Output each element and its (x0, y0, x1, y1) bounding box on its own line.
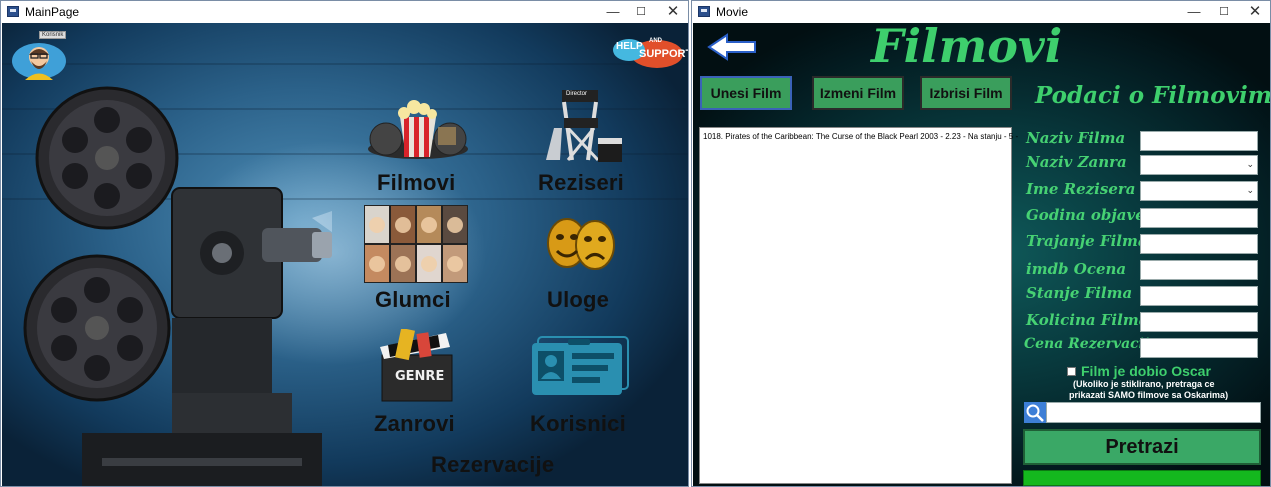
ime-rezisera-label: Ime Rezisera (1026, 180, 1136, 198)
oscar-checkbox[interactable] (1067, 367, 1076, 376)
main-page-content: Korisnik HELP AND SUPPORT Filmovi Direct… (2, 23, 688, 486)
glumci-menu-item[interactable]: Glumci (375, 287, 451, 313)
kolicina-filma-label: Kolicina Filma (1026, 311, 1149, 329)
uloge-icon[interactable] (545, 217, 617, 273)
help-and-support-icon[interactable]: HELP AND SUPPORT (611, 37, 688, 69)
movie-window-titlebar[interactable]: Movie — ☐ ✕ (692, 1, 1270, 23)
user-avatar-icon[interactable]: Korisnik (11, 31, 67, 80)
imdb-ocena-input[interactable] (1140, 260, 1258, 280)
oscar-note-line2: prikazati SAMO filmove sa Oskarima) (1069, 390, 1229, 400)
filmovi-icon[interactable] (364, 99, 472, 161)
genre-text: GENRE (395, 369, 445, 384)
main-page-window: MainPage — ☐ ✕ Korisnik HELP AND SUPPORT… (0, 0, 689, 487)
trajanje-filma-input[interactable] (1140, 234, 1258, 254)
imdb-ocena-label: imdb Ocena (1026, 260, 1127, 278)
search-button[interactable]: Pretrazi (1023, 429, 1261, 465)
cena-rezervacije-input[interactable] (1140, 338, 1258, 358)
stanje-filma-input[interactable] (1140, 286, 1258, 306)
film-projector-image (22, 78, 482, 486)
glumci-icon[interactable] (364, 205, 468, 283)
godina-objave-input[interactable] (1140, 208, 1258, 228)
edit-film-button[interactable]: Izmeni Film (812, 76, 904, 110)
movie-list[interactable]: 1018. Pirates of the Caribbean: The Curs… (699, 127, 1018, 484)
maximize-icon[interactable]: ☐ (623, 1, 659, 23)
close-icon[interactable]: ✕ (1237, 1, 1270, 23)
zanrovi-icon[interactable]: GENRE (376, 327, 458, 405)
rezervacije-menu-item[interactable]: Rezervacije (431, 452, 554, 478)
search-icon[interactable] (1024, 402, 1046, 423)
reziseri-icon[interactable]: Director (542, 88, 626, 164)
naziv-zanra-select[interactable]: ⌄ (1140, 155, 1258, 175)
naziv-zanra-label: Naziv Zanra (1026, 153, 1127, 171)
avatar-tag: Korisnik (39, 31, 67, 39)
oscar-note-line1: (Ukoliko je stiklirano, pretraga ce (1073, 379, 1215, 389)
delete-film-button[interactable]: Izbrisi Film (920, 76, 1012, 110)
help-badge-line3: SUPPORT (639, 48, 688, 60)
add-film-button[interactable]: Unesi Film (700, 76, 792, 110)
help-badge-line2: AND (649, 38, 662, 44)
close-icon[interactable]: ✕ (655, 1, 688, 23)
progress-bar (1023, 470, 1261, 486)
app-icon (7, 6, 19, 17)
oscar-checkbox-label[interactable]: Film je dobio Oscar (1081, 363, 1211, 379)
movie-window-content: Filmovi Unesi Film Izmeni Film Izbrisi F… (693, 23, 1270, 486)
korisnici-icon[interactable] (528, 335, 632, 397)
back-arrow-icon[interactable] (707, 33, 757, 61)
main-window-titlebar[interactable]: MainPage — ☐ ✕ (1, 1, 688, 23)
director-chair-text: Director (566, 91, 588, 97)
search-input[interactable] (1046, 402, 1261, 423)
uloge-menu-item[interactable]: Uloge (547, 287, 609, 313)
chevron-down-icon[interactable]: ⌄ (1246, 185, 1254, 196)
cena-rezervacije-label: Cena Rezervacije (1024, 336, 1158, 352)
naziv-filma-input[interactable] (1140, 131, 1258, 151)
main-window-title: MainPage (25, 5, 80, 19)
trajanje-filma-label: Trajanje Filma (1026, 232, 1148, 250)
stanje-filma-label: Stanje Filma (1026, 284, 1133, 302)
naziv-filma-label: Naziv Filma (1026, 129, 1126, 147)
app-icon (698, 6, 710, 17)
page-title: Filmovi (871, 23, 1063, 73)
form-subheading: Podaci o Filmovima (1035, 82, 1270, 109)
kolicina-filma-input[interactable] (1140, 312, 1258, 332)
movie-window: Movie — ☐ ✕ Filmovi Unesi Film Izmeni Fi… (691, 0, 1271, 487)
list-item[interactable]: 1018. Pirates of the Caribbean: The Curs… (700, 128, 1018, 141)
godina-objave-label: Godina objave (1026, 206, 1145, 224)
zanrovi-menu-item[interactable]: Zanrovi (374, 411, 455, 437)
filmovi-menu-item[interactable]: Filmovi (377, 170, 455, 196)
chevron-down-icon[interactable]: ⌄ (1246, 159, 1254, 170)
korisnici-menu-item[interactable]: Korisnici (530, 411, 626, 437)
reziseri-menu-item[interactable]: Reziseri (538, 170, 624, 196)
movie-window-title: Movie (716, 5, 749, 19)
ime-rezisera-select[interactable]: ⌄ (1140, 181, 1258, 201)
